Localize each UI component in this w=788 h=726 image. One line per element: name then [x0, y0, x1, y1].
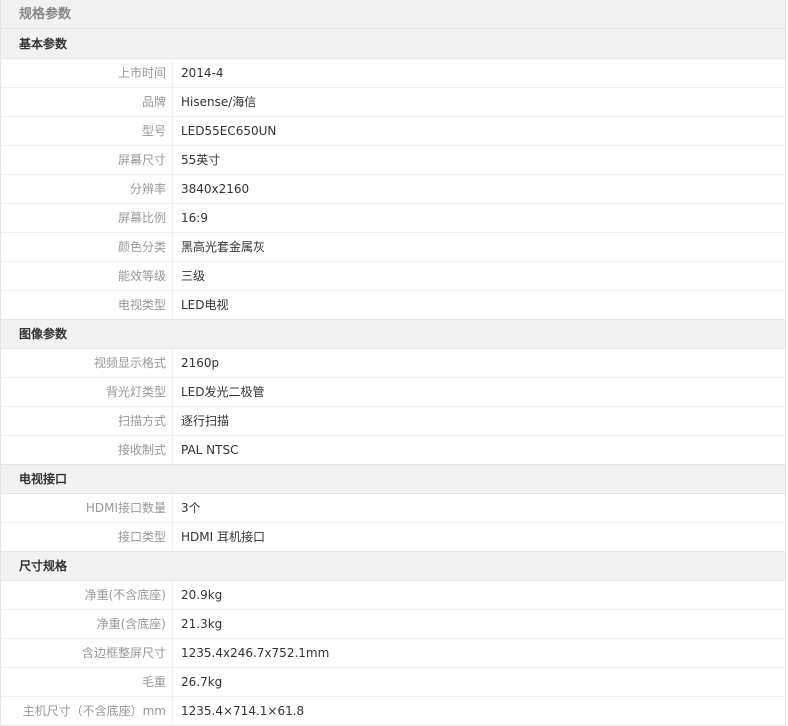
spec-row: 型号 LED55EC650UN	[1, 117, 785, 146]
spec-row: 扫描方式 逐行扫描	[1, 407, 785, 436]
spec-value: 三级	[181, 269, 206, 283]
spec-value: 黑高光套金属灰	[181, 240, 266, 254]
spec-value: 2160p	[181, 356, 220, 370]
spec-label: 上市时间	[1, 59, 173, 87]
spec-value: HDMI 耳机接口	[181, 530, 265, 544]
spec-label: 净重(含底座)	[1, 610, 173, 638]
spec-row: 净重(不含底座) 20.9kg	[1, 581, 785, 610]
spec-label: 视频显示格式	[1, 349, 173, 377]
spec-label: 型号	[1, 117, 173, 145]
spec-row: 颜色分类 黑高光套金属灰	[1, 233, 785, 262]
spec-value: 3840x2160	[181, 182, 250, 196]
spec-value: 21.3kg	[181, 617, 223, 631]
spec-row: 含边框整屏尺寸 1235.4x246.7x752.1mm	[1, 639, 785, 668]
spec-value: 20.9kg	[181, 588, 223, 602]
spec-label: 接口类型	[1, 523, 173, 551]
spec-label: 能效等级	[1, 262, 173, 290]
spec-row: HDMI接口数量 3个	[1, 494, 785, 523]
spec-value: 26.7kg	[181, 675, 223, 689]
spec-row: 品牌 Hisense/海信	[1, 88, 785, 117]
spec-label: 电视类型	[1, 291, 173, 319]
spec-row: 屏幕尺寸 55英寸	[1, 146, 785, 175]
spec-row: 背光灯类型 LED发光二极管	[1, 378, 785, 407]
spec-label: 背光灯类型	[1, 378, 173, 406]
spec-row: 电视类型 LED电视	[1, 291, 785, 320]
spec-value: LED发光二极管	[181, 385, 265, 399]
spec-row: 接口类型 HDMI 耳机接口	[1, 523, 785, 552]
spec-row: 能效等级 三级	[1, 262, 785, 291]
spec-row: 毛重 26.7kg	[1, 668, 785, 697]
spec-row: 净重(含底座) 21.3kg	[1, 610, 785, 639]
spec-value: 3个	[181, 501, 201, 515]
spec-label: 接收制式	[1, 436, 173, 464]
spec-row: 视频显示格式 2160p	[1, 349, 785, 378]
group-title-image: 图像参数	[1, 320, 785, 349]
spec-value: 逐行扫描	[181, 414, 230, 428]
spec-label: 净重(不含底座)	[1, 581, 173, 609]
spec-value: 55英寸	[181, 153, 221, 167]
spec-row: 屏幕比例 16:9	[1, 204, 785, 233]
group-title-tv-ports: 电视接口	[1, 465, 785, 494]
spec-label: 颜色分类	[1, 233, 173, 261]
spec-row: 上市时间 2014-4	[1, 59, 785, 88]
spec-value: 16:9	[181, 211, 208, 225]
group-title-dimensions: 尺寸规格	[1, 552, 785, 581]
spec-row: 主机尺寸（不含底座）mm 1235.4×714.1×61.8	[1, 697, 785, 726]
spec-label: 品牌	[1, 88, 173, 116]
spec-value: Hisense/海信	[181, 95, 257, 109]
spec-value: LED55EC650UN	[181, 124, 277, 138]
spec-value: LED电视	[181, 298, 229, 312]
spec-label: 毛重	[1, 668, 173, 696]
panel-title: 规格参数	[1, 0, 785, 29]
spec-label: 主机尺寸（不含底座）mm	[1, 697, 173, 725]
spec-label: 屏幕比例	[1, 204, 173, 232]
spec-label: 屏幕尺寸	[1, 146, 173, 174]
spec-label: HDMI接口数量	[1, 494, 173, 522]
spec-value: PAL NTSC	[181, 443, 239, 457]
spec-value: 1235.4x246.7x752.1mm	[181, 646, 330, 660]
group-title-basic: 基本参数	[1, 29, 785, 59]
spec-panel: 规格参数 基本参数 上市时间 2014-4 品牌 Hisense/海信 型号 L…	[0, 0, 786, 726]
spec-row: 分辨率 3840x2160	[1, 175, 785, 204]
spec-label: 分辨率	[1, 175, 173, 203]
spec-label: 含边框整屏尺寸	[1, 639, 173, 667]
spec-value: 2014-4	[181, 66, 224, 80]
spec-label: 扫描方式	[1, 407, 173, 435]
spec-row: 接收制式 PAL NTSC	[1, 436, 785, 465]
spec-value: 1235.4×714.1×61.8	[181, 704, 305, 718]
